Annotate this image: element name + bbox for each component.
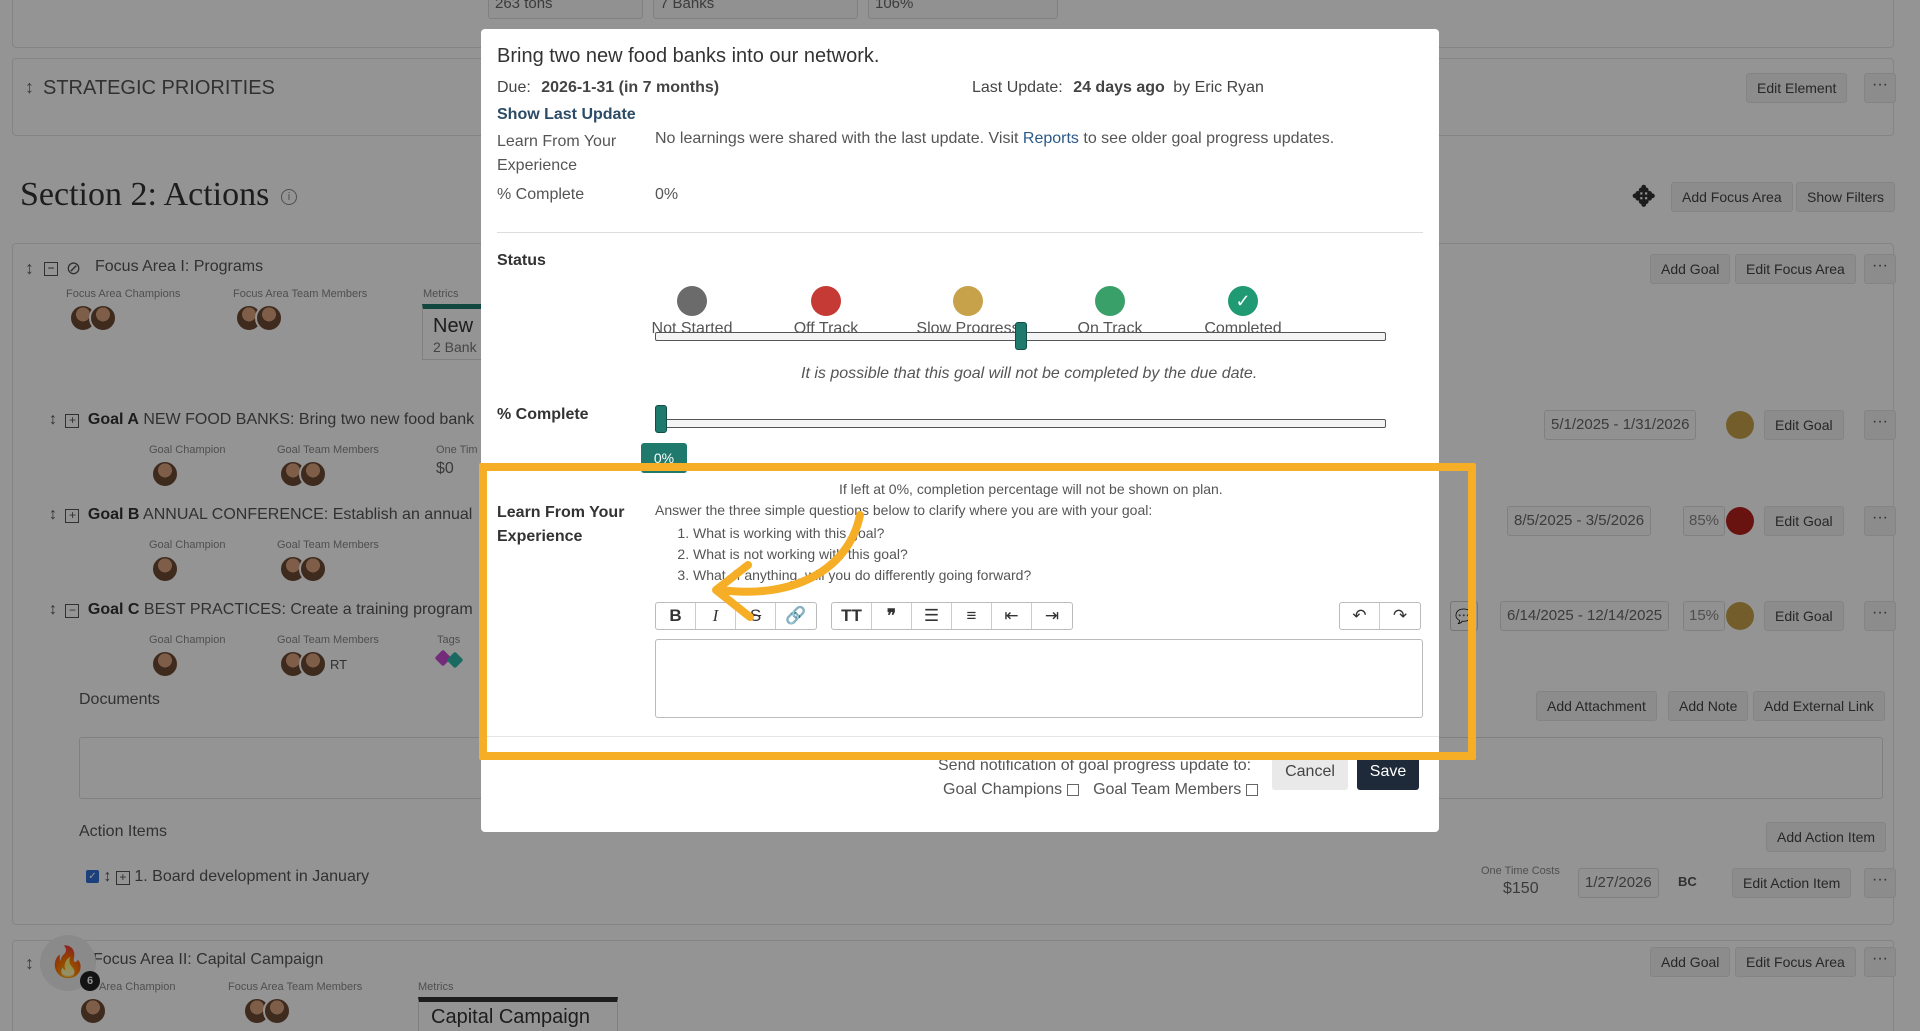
- notify-champions-checkbox[interactable]: [1066, 783, 1079, 796]
- status-slider-handle[interactable]: [1014, 322, 1027, 350]
- learn-text-1: No learnings were shared with the last u…: [655, 130, 1023, 147]
- show-last-update-link[interactable]: Show Last Update: [497, 106, 636, 124]
- reports-link[interactable]: Reports: [1023, 130, 1079, 147]
- status-option-off-track[interactable]: [811, 286, 841, 316]
- learn-text: No learnings were shared with the last u…: [655, 130, 1334, 148]
- complete-label: % Complete: [497, 186, 585, 203]
- highlight-box: [479, 463, 1476, 760]
- notify-options: Goal Champions Goal Team Members: [943, 781, 1258, 799]
- divider: [497, 232, 1423, 233]
- pct-slider-track[interactable]: [655, 419, 1386, 428]
- due-label: Due:: [497, 79, 531, 96]
- learn-text-2: to see older goal progress updates.: [1078, 130, 1335, 147]
- status-option-on-track[interactable]: [1095, 286, 1125, 316]
- due-value: 2026-1-31 (in 7 months): [541, 79, 720, 96]
- status-note: It is possible that this goal will not b…: [801, 365, 1258, 382]
- last-update-value: 24 days ago: [1073, 79, 1165, 96]
- status-label: Status: [497, 252, 546, 269]
- pct-slider-handle[interactable]: [655, 405, 667, 433]
- status-option-slow-progress[interactable]: [953, 286, 983, 316]
- last-update-row: Last Update: 24 days ago by Eric Ryan: [972, 79, 1264, 97]
- notify-team-label: Goal Team Members: [1093, 781, 1242, 798]
- due-row: Due: 2026-1-31 (in 7 months): [497, 79, 719, 97]
- learn-label: Learn From Your Experience: [497, 133, 617, 174]
- complete-value: 0%: [655, 186, 679, 203]
- modal-title: Bring two new food banks into our networ…: [497, 45, 880, 67]
- notify-champions-label: Goal Champions: [943, 781, 1063, 798]
- pointer-arrow-icon: [712, 511, 864, 621]
- notify-team-checkbox[interactable]: [1245, 783, 1258, 796]
- status-option-completed[interactable]: ✓: [1228, 286, 1258, 316]
- status-option-not-started[interactable]: [677, 286, 707, 316]
- last-update-label: Last Update:: [972, 79, 1063, 96]
- last-update-by: by Eric Ryan: [1173, 79, 1264, 96]
- pct-complete-label: % Complete: [497, 406, 589, 423]
